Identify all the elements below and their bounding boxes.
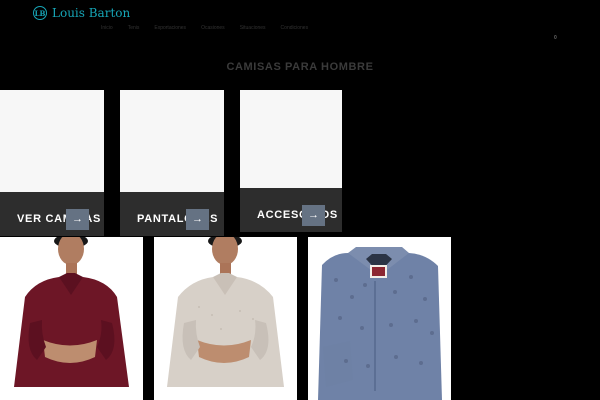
category-bar: ACCESORIOS → (240, 188, 342, 232)
arrow-right-icon[interactable]: → (66, 209, 89, 230)
product-card-blue-shirt[interactable] (308, 237, 451, 400)
nav-item-condiciones[interactable]: Condiciones (281, 25, 309, 31)
nav-item-tenis[interactable]: Tenis (128, 25, 140, 31)
blue-shirt-product-image (308, 237, 451, 400)
category-card-camisas[interactable]: VER CAMISAS → (0, 90, 104, 236)
brand-logo[interactable]: LB Louis Barton (33, 5, 130, 21)
brand-name: Louis Barton (52, 6, 131, 20)
page: LB Louis Barton Inicio Tenis Exportacion… (0, 0, 600, 400)
category-bar: PANTALONES → (120, 192, 224, 236)
arrow-right-icon[interactable]: → (186, 209, 209, 230)
category-card-accesorios[interactable]: ACCESORIOS → (240, 90, 342, 232)
nav-item-inicio[interactable]: Inicio (101, 25, 113, 31)
category-bar: VER CAMISAS → (0, 192, 104, 236)
page-title: CAMISAS PARA HOMBRE (226, 61, 374, 74)
nav-item-ocasiones[interactable]: Ocasiones (201, 25, 225, 31)
arrow-right-icon[interactable]: → (302, 205, 325, 226)
maroon-shirt-model-image (0, 237, 143, 400)
logo-mark: LB (33, 6, 47, 20)
beige-shirt-model-image (154, 237, 297, 400)
nav-item-situaciones[interactable]: Situaciones (240, 25, 266, 31)
category-label[interactable]: ACCESORIOS (257, 209, 338, 221)
product-card-maroon-shirt[interactable] (0, 237, 143, 400)
cart-count[interactable]: 0 (554, 35, 557, 41)
nav-item-exportaciones[interactable]: Exportaciones (154, 25, 186, 31)
main-navigation: Inicio Tenis Exportaciones Ocasiones Sit… (101, 25, 308, 31)
category-card-pantalones[interactable]: PANTALONES → (120, 90, 224, 236)
product-card-beige-shirt[interactable] (154, 237, 297, 400)
